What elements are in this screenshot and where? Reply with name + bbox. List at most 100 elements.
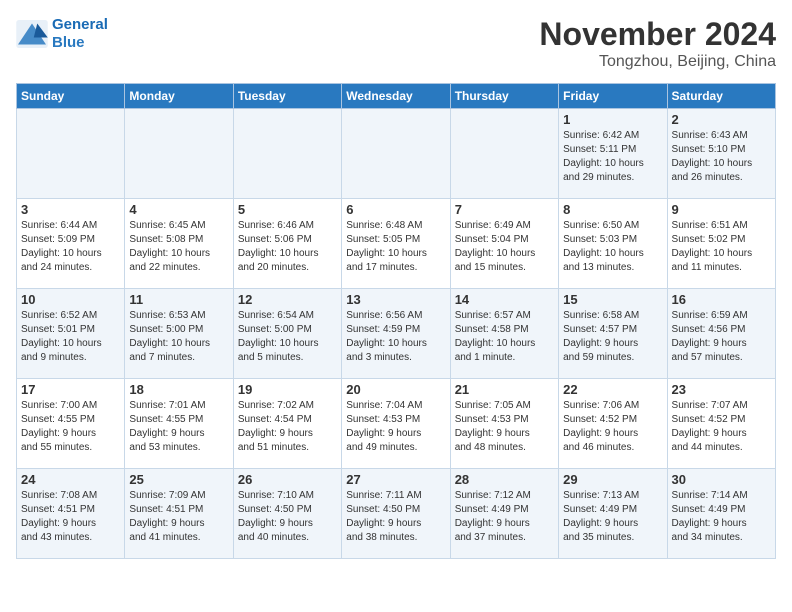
day-info: Sunrise: 7:05 AM Sunset: 4:53 PM Dayligh…	[455, 399, 554, 455]
day-info: Sunrise: 6:50 AM Sunset: 5:03 PM Dayligh…	[563, 219, 662, 275]
day-info: Sunrise: 6:48 AM Sunset: 5:05 PM Dayligh…	[346, 219, 445, 275]
day-info: Sunrise: 6:52 AM Sunset: 5:01 PM Dayligh…	[21, 309, 120, 365]
day-info: Sunrise: 6:53 AM Sunset: 5:00 PM Dayligh…	[129, 309, 228, 365]
calendar-cell: 30 Sunrise: 7:14 AM Sunset: 4:49 PM Dayli…	[667, 469, 775, 559]
calendar-body: 1 Sunrise: 6:42 AM Sunset: 5:11 PM Daylig…	[17, 109, 776, 559]
day-number: 22	[563, 382, 662, 397]
day-number: 10	[21, 292, 120, 307]
day-info: Sunrise: 6:58 AM Sunset: 4:57 PM Dayligh…	[563, 309, 662, 365]
day-number: 16	[672, 292, 771, 307]
calendar-week-row: 24 Sunrise: 7:08 AM Sunset: 4:51 PM Dayli…	[17, 469, 776, 559]
day-info: Sunrise: 6:54 AM Sunset: 5:00 PM Dayligh…	[238, 309, 337, 365]
day-info: Sunrise: 7:11 AM Sunset: 4:50 PM Dayligh…	[346, 489, 445, 545]
calendar-cell: 1 Sunrise: 6:42 AM Sunset: 5:11 PM Daylig…	[559, 109, 667, 199]
day-number: 27	[346, 472, 445, 487]
logo-blue: Blue	[52, 34, 85, 51]
calendar-cell	[233, 109, 341, 199]
calendar-week-row: 17Sunrise: 7:00 AM Sunset: 4:55 PM Dayli…	[17, 379, 776, 469]
day-number: 3	[21, 202, 120, 217]
calendar-cell: 14Sunrise: 6:57 AM Sunset: 4:58 PM Dayli…	[450, 289, 558, 379]
day-number: 23	[672, 382, 771, 397]
weekday-header-cell: Tuesday	[233, 84, 341, 109]
day-number: 14	[455, 292, 554, 307]
day-info: Sunrise: 7:09 AM Sunset: 4:51 PM Dayligh…	[129, 489, 228, 545]
day-info: Sunrise: 6:43 AM Sunset: 5:10 PM Dayligh…	[672, 129, 771, 185]
location: Tongzhou, Beijing, China	[539, 53, 776, 71]
day-number: 15	[563, 292, 662, 307]
day-number: 26	[238, 472, 337, 487]
day-number: 11	[129, 292, 228, 307]
calendar-cell	[125, 109, 233, 199]
weekday-header-cell: Saturday	[667, 84, 775, 109]
day-info: Sunrise: 6:46 AM Sunset: 5:06 PM Dayligh…	[238, 219, 337, 275]
day-info: Sunrise: 6:44 AM Sunset: 5:09 PM Dayligh…	[21, 219, 120, 275]
calendar-cell: 19Sunrise: 7:02 AM Sunset: 4:54 PM Dayli…	[233, 379, 341, 469]
weekday-header-cell: Thursday	[450, 84, 558, 109]
day-info: Sunrise: 6:51 AM Sunset: 5:02 PM Dayligh…	[672, 219, 771, 275]
logo-icon	[16, 20, 48, 48]
calendar-cell: 9 Sunrise: 6:51 AM Sunset: 5:02 PM Daylig…	[667, 199, 775, 289]
day-info: Sunrise: 7:12 AM Sunset: 4:49 PM Dayligh…	[455, 489, 554, 545]
logo: General Blue	[16, 16, 108, 52]
day-number: 28	[455, 472, 554, 487]
day-info: Sunrise: 7:02 AM Sunset: 4:54 PM Dayligh…	[238, 399, 337, 455]
calendar-cell: 25 Sunrise: 7:09 AM Sunset: 4:51 PM Dayli…	[125, 469, 233, 559]
calendar-cell: 20Sunrise: 7:04 AM Sunset: 4:53 PM Dayli…	[342, 379, 450, 469]
calendar-cell	[450, 109, 558, 199]
calendar-cell: 16Sunrise: 6:59 AM Sunset: 4:56 PM Dayli…	[667, 289, 775, 379]
weekday-header-cell: Sunday	[17, 84, 125, 109]
calendar-cell: 15 Sunrise: 6:58 AM Sunset: 4:57 PM Dayli…	[559, 289, 667, 379]
day-number: 1	[563, 112, 662, 127]
calendar-cell: 21 Sunrise: 7:05 AM Sunset: 4:53 PM Dayli…	[450, 379, 558, 469]
calendar-cell: 12Sunrise: 6:54 AM Sunset: 5:00 PM Dayli…	[233, 289, 341, 379]
day-info: Sunrise: 7:07 AM Sunset: 4:52 PM Dayligh…	[672, 399, 771, 455]
day-number: 9	[672, 202, 771, 217]
day-number: 4	[129, 202, 228, 217]
calendar-cell: 22 Sunrise: 7:06 AM Sunset: 4:52 PM Dayli…	[559, 379, 667, 469]
day-info: Sunrise: 6:45 AM Sunset: 5:08 PM Dayligh…	[129, 219, 228, 275]
day-info: Sunrise: 6:42 AM Sunset: 5:11 PM Dayligh…	[563, 129, 662, 185]
calendar-cell: 28 Sunrise: 7:12 AM Sunset: 4:49 PM Dayli…	[450, 469, 558, 559]
day-info: Sunrise: 7:04 AM Sunset: 4:53 PM Dayligh…	[346, 399, 445, 455]
calendar-cell: 17Sunrise: 7:00 AM Sunset: 4:55 PM Dayli…	[17, 379, 125, 469]
weekday-header-row: SundayMondayTuesdayWednesdayThursdayFrid…	[17, 84, 776, 109]
calendar-week-row: 3 Sunrise: 6:44 AM Sunset: 5:09 PM Daylig…	[17, 199, 776, 289]
day-info: Sunrise: 7:10 AM Sunset: 4:50 PM Dayligh…	[238, 489, 337, 545]
calendar-cell: 2 Sunrise: 6:43 AM Sunset: 5:10 PM Daylig…	[667, 109, 775, 199]
day-number: 25	[129, 472, 228, 487]
logo-general: General	[52, 16, 108, 33]
calendar-cell: 26 Sunrise: 7:10 AM Sunset: 4:50 PM Dayli…	[233, 469, 341, 559]
day-number: 21	[455, 382, 554, 397]
title-block: November 2024 Tongzhou, Beijing, China	[539, 16, 776, 71]
calendar-week-row: 1 Sunrise: 6:42 AM Sunset: 5:11 PM Daylig…	[17, 109, 776, 199]
day-number: 29	[563, 472, 662, 487]
weekday-header-cell: Wednesday	[342, 84, 450, 109]
day-number: 30	[672, 472, 771, 487]
day-info: Sunrise: 6:56 AM Sunset: 4:59 PM Dayligh…	[346, 309, 445, 365]
day-number: 2	[672, 112, 771, 127]
calendar-cell: 10 Sunrise: 6:52 AM Sunset: 5:01 PM Dayli…	[17, 289, 125, 379]
day-info: Sunrise: 7:14 AM Sunset: 4:49 PM Dayligh…	[672, 489, 771, 545]
day-number: 17	[21, 382, 120, 397]
day-info: Sunrise: 7:06 AM Sunset: 4:52 PM Dayligh…	[563, 399, 662, 455]
day-info: Sunrise: 7:08 AM Sunset: 4:51 PM Dayligh…	[21, 489, 120, 545]
calendar-cell: 6 Sunrise: 6:48 AM Sunset: 5:05 PM Daylig…	[342, 199, 450, 289]
calendar-cell: 8Sunrise: 6:50 AM Sunset: 5:03 PM Daylig…	[559, 199, 667, 289]
calendar-cell	[17, 109, 125, 199]
calendar-cell: 23 Sunrise: 7:07 AM Sunset: 4:52 PM Dayli…	[667, 379, 775, 469]
day-number: 6	[346, 202, 445, 217]
calendar-week-row: 10 Sunrise: 6:52 AM Sunset: 5:01 PM Dayli…	[17, 289, 776, 379]
calendar-cell: 5Sunrise: 6:46 AM Sunset: 5:06 PM Daylig…	[233, 199, 341, 289]
calendar-cell: 29Sunrise: 7:13 AM Sunset: 4:49 PM Dayli…	[559, 469, 667, 559]
day-number: 13	[346, 292, 445, 307]
month-title: November 2024	[539, 16, 776, 53]
calendar-cell: 11 Sunrise: 6:53 AM Sunset: 5:00 PM Dayli…	[125, 289, 233, 379]
calendar-cell: 3 Sunrise: 6:44 AM Sunset: 5:09 PM Daylig…	[17, 199, 125, 289]
day-number: 24	[21, 472, 120, 487]
calendar-table: SundayMondayTuesdayWednesdayThursdayFrid…	[16, 83, 776, 559]
calendar-cell: 24 Sunrise: 7:08 AM Sunset: 4:51 PM Dayli…	[17, 469, 125, 559]
calendar-cell: 27 Sunrise: 7:11 AM Sunset: 4:50 PM Dayli…	[342, 469, 450, 559]
calendar-cell	[342, 109, 450, 199]
calendar-cell: 4 Sunrise: 6:45 AM Sunset: 5:08 PM Daylig…	[125, 199, 233, 289]
day-info: Sunrise: 6:49 AM Sunset: 5:04 PM Dayligh…	[455, 219, 554, 275]
